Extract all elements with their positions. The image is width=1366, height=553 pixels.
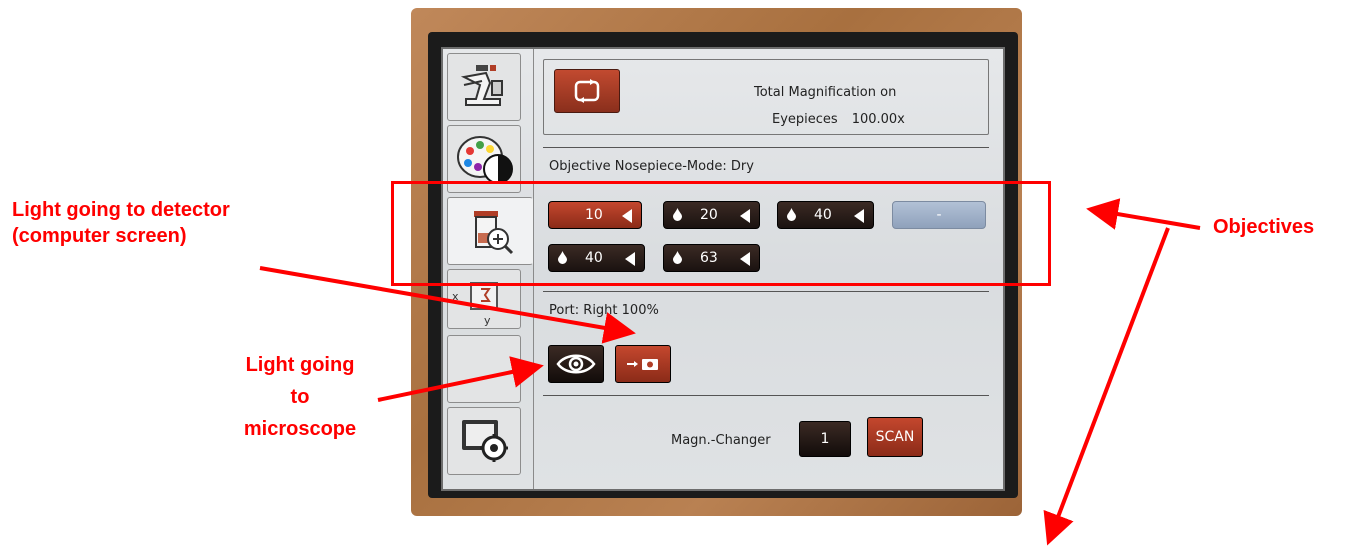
objectives-arrow-lower — [1043, 227, 1170, 546]
annotation-arrows — [259, 198, 1201, 546]
detector-arrow — [259, 266, 636, 344]
microscope-arrow — [377, 356, 544, 402]
objectives-arrow-upper — [1086, 198, 1201, 230]
